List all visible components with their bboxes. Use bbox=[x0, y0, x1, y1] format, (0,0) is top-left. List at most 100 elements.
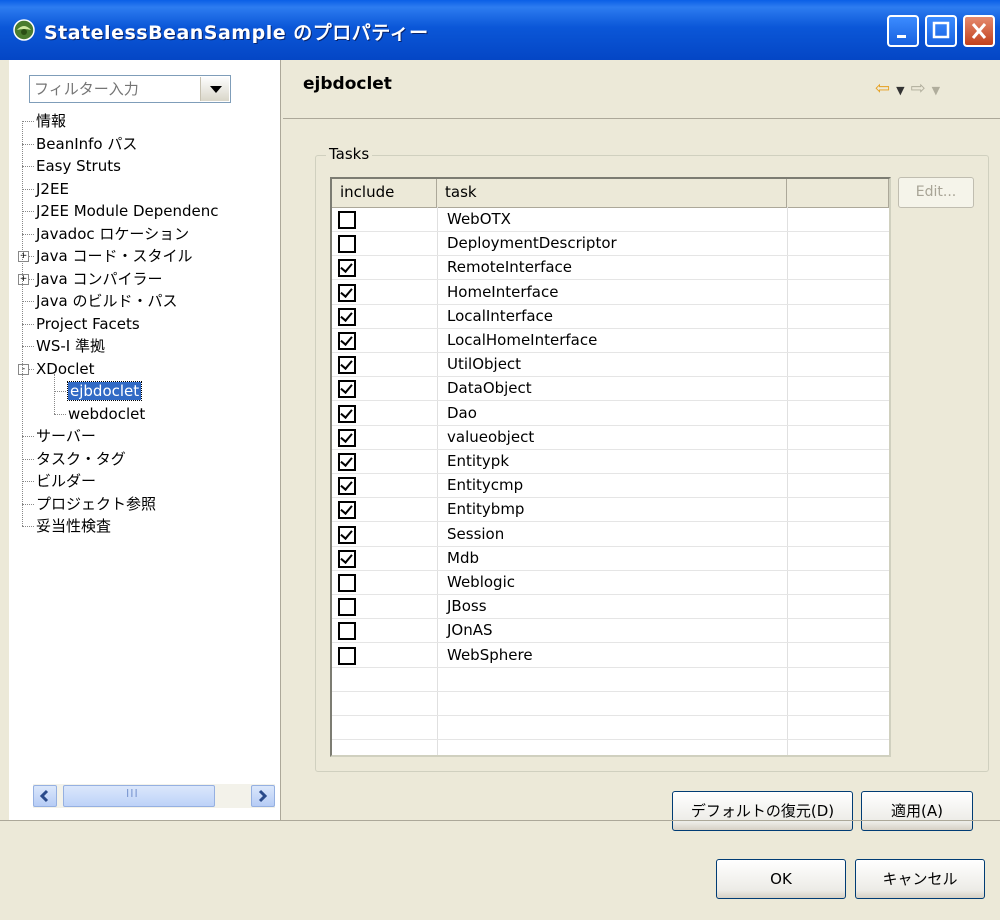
include-checkbox[interactable] bbox=[338, 453, 356, 471]
include-checkbox[interactable] bbox=[338, 646, 356, 665]
tree-item[interactable]: Easy Struts bbox=[36, 155, 121, 177]
tree-item[interactable]: XDoclet bbox=[36, 358, 95, 380]
include-checkbox[interactable] bbox=[338, 332, 356, 350]
tree-item-label: プロジェクト参照 bbox=[36, 494, 157, 513]
chevron-right-icon bbox=[258, 789, 268, 803]
restore-defaults-button[interactable]: デフォルトの復元(D) bbox=[672, 791, 853, 831]
history-navigation: ⇦ ▼ ⇨ ▼ bbox=[875, 78, 946, 100]
ok-button[interactable]: OK bbox=[716, 859, 846, 899]
tree-item[interactable]: Java コンパイラー bbox=[36, 268, 162, 290]
table-row[interactable]: UtilObject bbox=[332, 352, 889, 378]
table-row[interactable]: Mdb bbox=[332, 546, 889, 571]
include-checkbox[interactable] bbox=[338, 211, 356, 229]
tree-item[interactable]: webdoclet bbox=[68, 403, 145, 425]
filter-combo[interactable] bbox=[29, 75, 231, 103]
tree-item[interactable]: Java コード・スタイル bbox=[36, 245, 192, 267]
tree-item[interactable]: 情報 bbox=[36, 110, 66, 132]
filter-dropdown-button[interactable] bbox=[200, 77, 229, 101]
include-checkbox[interactable] bbox=[338, 622, 356, 641]
edit-button[interactable]: Edit... bbox=[898, 177, 974, 208]
back-arrow-icon[interactable]: ⇦ bbox=[875, 78, 890, 99]
include-checkbox[interactable] bbox=[338, 380, 356, 399]
table-row[interactable]: HomeInterface bbox=[332, 280, 889, 305]
table-row[interactable]: WebOTX bbox=[332, 207, 889, 232]
table-row[interactable]: Weblogic bbox=[332, 570, 889, 595]
include-checkbox[interactable] bbox=[338, 307, 356, 326]
tasks-table[interactable]: include task WebOTX DeploymentDescriptor R… bbox=[330, 177, 891, 757]
tree-item-label: Java コード・スタイル bbox=[36, 247, 193, 265]
include-checkbox[interactable] bbox=[338, 525, 356, 544]
table-row[interactable]: DeploymentDescriptor bbox=[332, 231, 889, 257]
task-name: Mdb bbox=[447, 548, 479, 567]
table-row[interactable] bbox=[332, 739, 889, 755]
include-checkbox[interactable] bbox=[338, 283, 356, 302]
forward-menu-icon[interactable]: ▼ bbox=[932, 84, 940, 97]
column-header-extra[interactable] bbox=[787, 179, 889, 207]
tree-item[interactable]: プロジェクト参照 bbox=[36, 493, 156, 515]
tree-item[interactable]: 妥当性検査 bbox=[36, 515, 111, 537]
tree-item[interactable]: WS-I 準拠 bbox=[36, 335, 105, 357]
back-menu-icon[interactable]: ▼ bbox=[896, 84, 904, 97]
include-checkbox[interactable] bbox=[338, 549, 356, 568]
tree-item[interactable]: タスク・タグ bbox=[36, 448, 126, 470]
include-checkbox[interactable] bbox=[338, 404, 356, 423]
collapse-icon[interactable]: - bbox=[18, 363, 29, 375]
horizontal-scrollbar[interactable]: III bbox=[33, 784, 275, 808]
tree-connector bbox=[22, 323, 34, 325]
scroll-thumb[interactable]: III bbox=[63, 785, 215, 807]
tree-guide-line bbox=[54, 373, 55, 414]
table-row[interactable]: JBoss bbox=[332, 594, 889, 620]
tree-item[interactable]: ejbdoclet bbox=[66, 380, 143, 402]
expand-icon[interactable]: + bbox=[18, 251, 29, 262]
table-row[interactable] bbox=[332, 691, 889, 716]
table-row[interactable]: Session bbox=[332, 522, 889, 547]
tree-item-label: Project Facets bbox=[36, 314, 140, 333]
minimize-button[interactable] bbox=[887, 15, 919, 47]
scroll-right-button[interactable] bbox=[251, 785, 275, 807]
tree-connector bbox=[54, 391, 66, 392]
tree-item[interactable]: BeanInfo パス bbox=[36, 133, 137, 155]
include-checkbox[interactable] bbox=[338, 574, 356, 592]
column-header-include[interactable]: include bbox=[332, 179, 437, 207]
include-checkbox[interactable] bbox=[338, 235, 356, 254]
tree-item[interactable]: J2EE bbox=[36, 178, 69, 200]
include-checkbox[interactable] bbox=[338, 259, 356, 278]
table-row[interactable]: RemoteInterface bbox=[332, 255, 889, 281]
scroll-left-button[interactable] bbox=[33, 785, 57, 807]
tree-item[interactable]: ビルダー bbox=[36, 470, 96, 492]
cancel-button[interactable]: キャンセル bbox=[855, 859, 985, 899]
forward-arrow-icon[interactable]: ⇨ bbox=[911, 78, 926, 99]
table-row[interactable]: LocalInterface bbox=[332, 304, 889, 329]
include-checkbox[interactable] bbox=[338, 477, 356, 496]
table-row[interactable]: valueobject bbox=[332, 425, 889, 450]
include-checkbox[interactable] bbox=[338, 501, 356, 520]
table-row[interactable]: Entitycmp bbox=[332, 473, 889, 499]
column-header-task[interactable]: task bbox=[437, 179, 787, 207]
close-button[interactable] bbox=[963, 15, 995, 47]
table-row[interactable]: WebSphere bbox=[332, 643, 889, 668]
include-checkbox[interactable] bbox=[338, 598, 356, 617]
filter-input[interactable] bbox=[32, 78, 196, 100]
table-row[interactable]: JOnAS bbox=[332, 618, 889, 644]
maximize-icon bbox=[932, 21, 950, 39]
table-row[interactable]: LocalHomeInterface bbox=[332, 328, 889, 353]
table-row[interactable]: Entitybmp bbox=[332, 497, 889, 523]
tree-item[interactable]: サーバー bbox=[36, 425, 96, 447]
tree-item[interactable]: Javadoc ロケーション bbox=[36, 223, 189, 245]
table-row[interactable] bbox=[332, 715, 889, 741]
table-row[interactable]: Entitypk bbox=[332, 449, 889, 474]
include-checkbox[interactable] bbox=[338, 356, 356, 375]
apply-button[interactable]: 適用(A) bbox=[861, 791, 973, 831]
task-name: LocalInterface bbox=[447, 306, 554, 325]
table-row[interactable]: DataObject bbox=[332, 376, 889, 402]
task-name: RemoteInterface bbox=[447, 258, 573, 277]
title-bar[interactable]: StatelessBeanSample のプロパティー bbox=[0, 0, 1000, 60]
maximize-button[interactable] bbox=[925, 15, 957, 47]
tree-item[interactable]: Project Facets bbox=[36, 313, 140, 335]
table-row[interactable] bbox=[332, 667, 889, 692]
include-checkbox[interactable] bbox=[338, 428, 356, 447]
expand-icon[interactable]: + bbox=[18, 273, 29, 285]
table-row[interactable]: Dao bbox=[332, 401, 889, 426]
tree-item[interactable]: J2EE Module Dependenc bbox=[36, 200, 219, 222]
tree-item[interactable]: Java のビルド・パス bbox=[36, 290, 177, 312]
